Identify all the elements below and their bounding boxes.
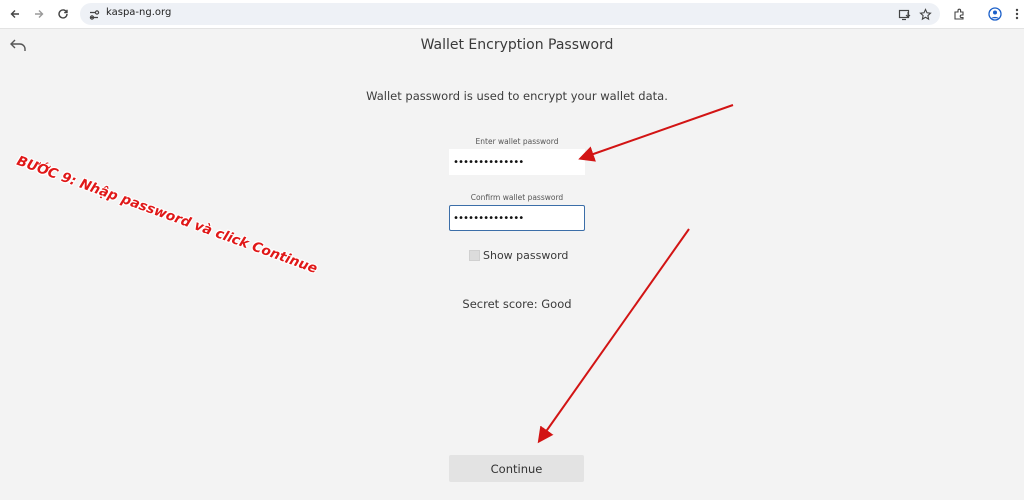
bookmark-star-icon[interactable]	[916, 5, 934, 23]
wallet-password-page: Wallet Encryption Password Wallet passwo…	[0, 29, 1024, 500]
confirm-password-label: Confirm wallet password	[470, 193, 564, 202]
secret-score: Secret score: Good	[462, 297, 572, 311]
url-text[interactable]: kaspa-ng.org	[106, 7, 171, 18]
password-label: Enter wallet password	[475, 137, 559, 146]
install-app-icon[interactable]	[895, 5, 913, 23]
address-bar[interactable]: kaspa-ng.org	[80, 3, 940, 25]
extensions-icon[interactable]	[950, 5, 968, 23]
site-info-icon[interactable]	[87, 7, 101, 21]
confirm-password-input[interactable]	[449, 205, 585, 231]
show-password-checkbox[interactable]	[469, 250, 480, 261]
reload-icon[interactable]	[54, 5, 72, 23]
page-title: Wallet Encryption Password	[420, 37, 614, 53]
password-input[interactable]	[449, 149, 585, 175]
profile-avatar-icon[interactable]	[986, 5, 1004, 23]
browser-toolbar: kaspa-ng.org	[0, 0, 1024, 29]
forward-arrow-icon[interactable]	[30, 5, 48, 23]
back-arrow-icon[interactable]	[6, 5, 24, 23]
page-description: Wallet password is used to encrypt your …	[366, 89, 668, 103]
continue-button[interactable]: Continue	[449, 455, 584, 482]
show-password-toggle[interactable]: Show password	[469, 249, 568, 262]
show-password-label: Show password	[483, 249, 569, 262]
menu-dots-icon[interactable]	[1008, 5, 1024, 23]
